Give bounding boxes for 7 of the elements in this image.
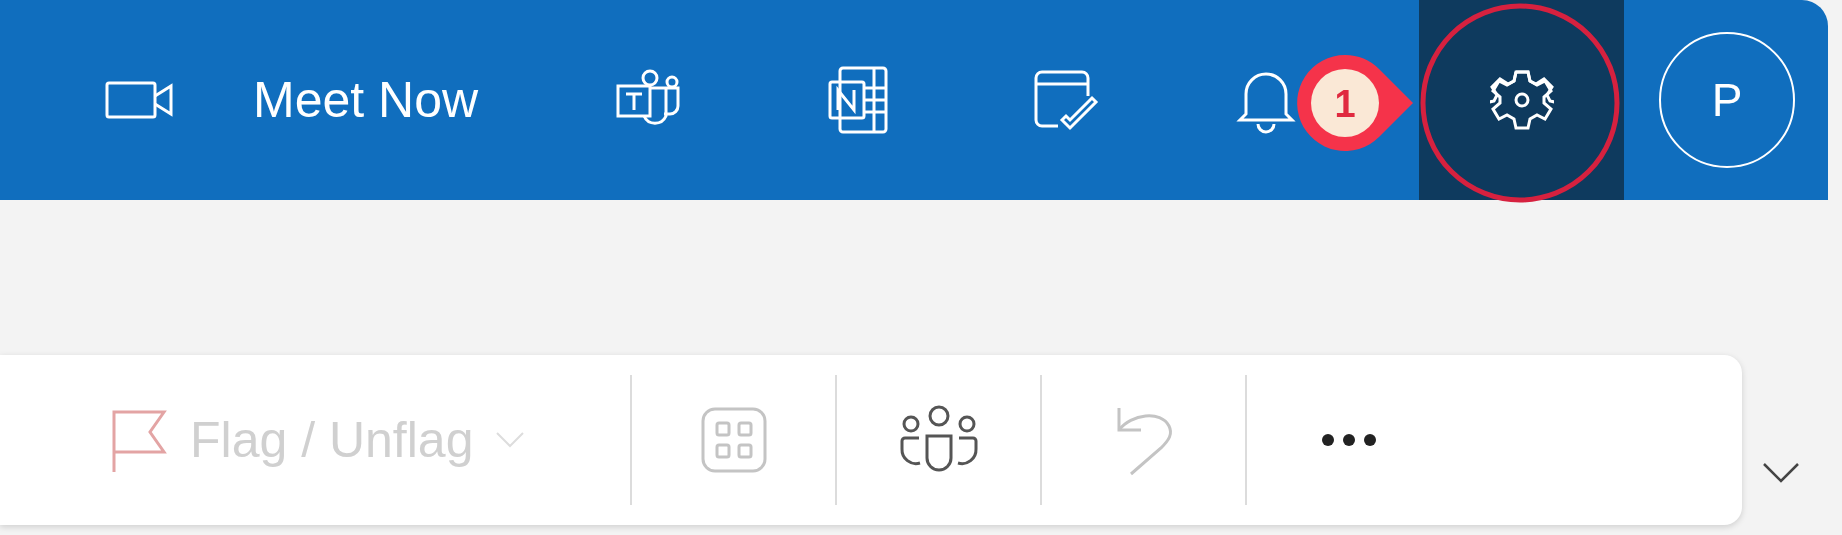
chevron-down-icon[interactable] — [1762, 462, 1800, 484]
step-number: 1 — [1334, 83, 1356, 125]
settings-icon — [1489, 68, 1554, 132]
meet-now-button[interactable]: Meet Now — [253, 71, 479, 129]
caret-icon — [495, 431, 526, 449]
video-camera-icon[interactable] — [105, 80, 175, 120]
avatar[interactable]: P — [1659, 32, 1796, 168]
